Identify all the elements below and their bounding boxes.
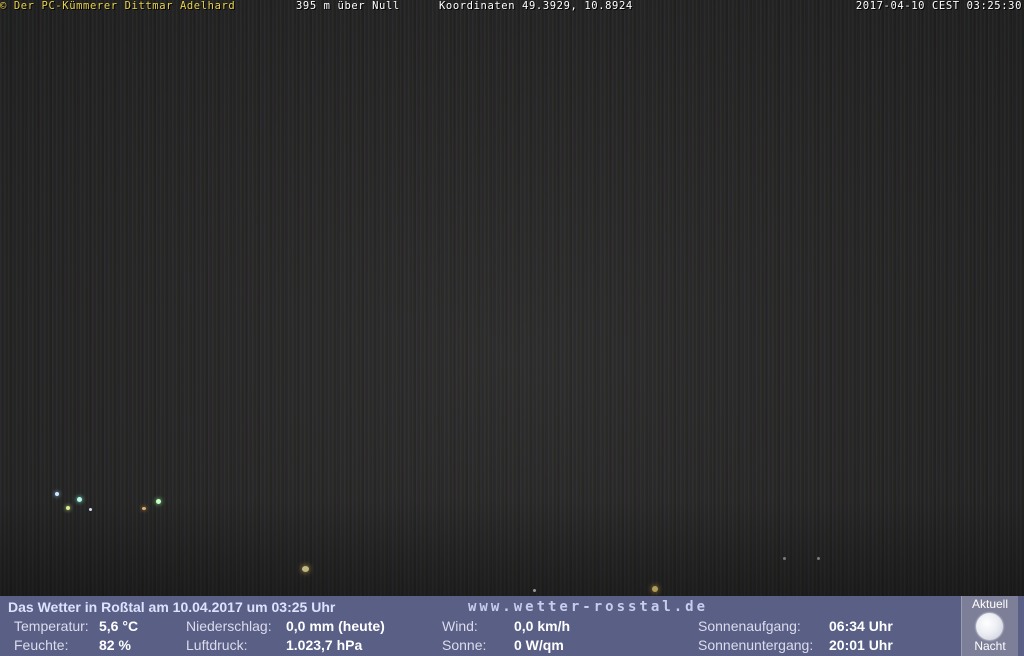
light-point: [156, 499, 161, 504]
light-point: [783, 557, 786, 560]
precipitation-label: Niederschlag:: [186, 618, 272, 634]
temperature-label: Temperatur:: [14, 618, 89, 634]
light-point: [66, 506, 70, 510]
temperature-value: 5,6 °C: [99, 618, 139, 634]
moon-phase-box: Aktuell Nacht: [961, 596, 1018, 656]
humidity-value: 82 %: [99, 637, 131, 653]
timestamp-text: 2017-04-10 CEST 03:25:30: [855, 0, 1022, 12]
moon-top-label: Aktuell: [971, 597, 1009, 611]
humidity-label: Feuchte:: [14, 637, 69, 653]
sunrise-label: Sonnenaufgang:: [698, 618, 801, 634]
light-point: [77, 497, 82, 502]
webcam-image: [0, 0, 1024, 596]
coordinates-text: Koordinaten 49.3929, 10.8924: [439, 0, 633, 12]
weather-title: Das Wetter in Roßtal am 10.04.2017 um 03…: [8, 599, 336, 615]
sun-value: 0 W/qm: [514, 637, 564, 653]
light-point: [817, 557, 820, 560]
moon-bottom-label: Nacht: [974, 639, 1006, 653]
altitude-text: 395 m über Null: [296, 0, 400, 12]
sun-label: Sonne:: [442, 637, 487, 653]
pressure-value: 1.023,7 hPa: [286, 637, 363, 653]
wind-label: Wind:: [442, 618, 478, 634]
sunset-label: Sonnenuntergang:: [698, 637, 814, 653]
light-point: [142, 507, 146, 510]
moon-icon: [976, 613, 1003, 640]
copyright-text: © Der PC-Kümmerer Dittmar Adelhard: [0, 0, 236, 12]
sunset-value: 20:01 Uhr: [829, 637, 893, 653]
weather-panel: Das Wetter in Roßtal am 10.04.2017 um 03…: [0, 596, 1024, 656]
light-point: [652, 586, 658, 592]
light-point: [302, 566, 309, 572]
sunrise-value: 06:34 Uhr: [829, 618, 893, 634]
pressure-label: Luftdruck:: [186, 637, 248, 653]
wind-value: 0,0 km/h: [514, 618, 571, 634]
light-point: [89, 508, 92, 511]
light-point: [533, 589, 536, 592]
light-point: [55, 492, 59, 496]
website-link[interactable]: www.wetter-rosstal.de: [468, 599, 708, 615]
precipitation-value: 0,0 mm (heute): [286, 618, 385, 634]
